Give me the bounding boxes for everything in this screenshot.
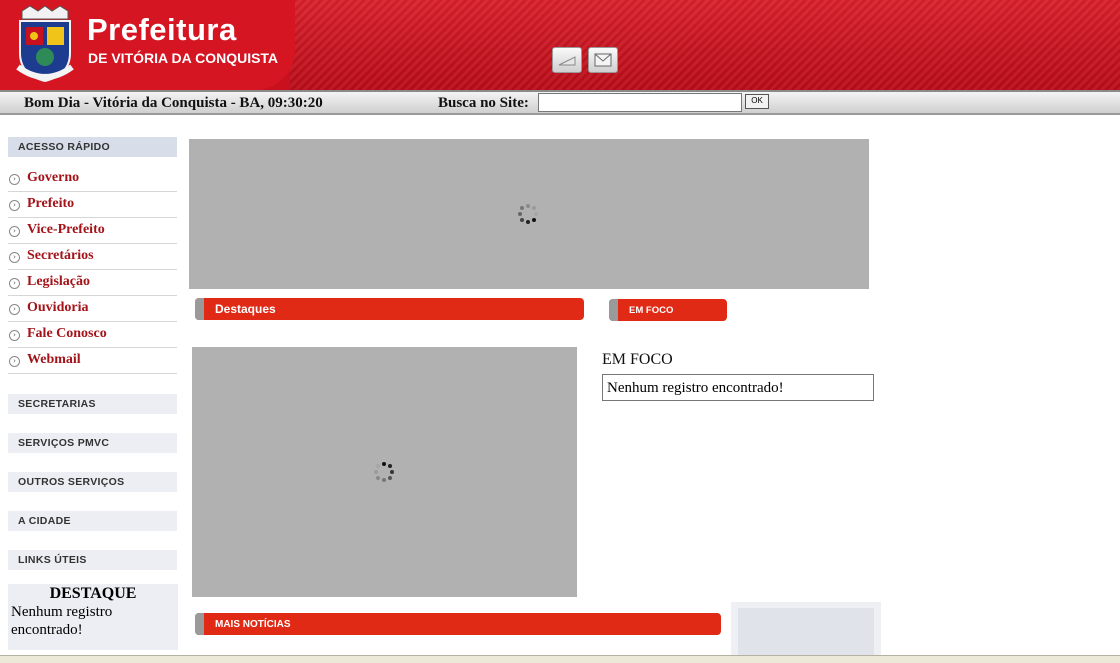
- destaque-panel: DESTAQUE Nenhum registro encontrado!: [8, 584, 178, 650]
- section-links-uteis[interactable]: LINKS ÚTEIS: [8, 550, 177, 570]
- home-icon: [558, 56, 576, 66]
- destaque-title: DESTAQUE: [49, 585, 137, 602]
- site-title: Prefeitura: [87, 12, 237, 47]
- section-a-cidade[interactable]: A CIDADE: [8, 511, 177, 531]
- greeting-text: Bom Dia - Vitória da Conquista - BA, 09:…: [24, 95, 323, 111]
- side-ad-placeholder: [738, 608, 874, 657]
- menu-item-label[interactable]: Prefeito: [27, 196, 74, 212]
- menu-item-fale-conosco[interactable]: › Fale Conosco: [8, 322, 177, 348]
- arrow-right-icon: ›: [9, 304, 20, 315]
- menu-item-ouvidoria[interactable]: › Ouvidoria: [8, 296, 177, 322]
- site-header: Prefeitura DE VITÓRIA DA CONQUISTA: [0, 0, 1120, 90]
- loading-spinner-icon: [374, 462, 394, 482]
- destaques-label: Destaques: [215, 302, 276, 316]
- menu-item-label[interactable]: Legislação: [27, 274, 90, 290]
- destaques-slider[interactable]: [192, 347, 577, 597]
- menu-item-governo[interactable]: › Governo: [8, 166, 177, 192]
- mail-button[interactable]: [588, 47, 618, 73]
- menu-item-legislacao[interactable]: › Legislação: [8, 270, 177, 296]
- quick-access-header: ACESSO RÁPIDO: [8, 137, 177, 157]
- menu-item-label[interactable]: Ouvidoria: [27, 300, 88, 316]
- arrow-right-icon: ›: [9, 252, 20, 263]
- section-secretarias[interactable]: SECRETARIAS: [8, 394, 177, 414]
- destaques-bar: Destaques: [195, 298, 584, 320]
- site-subtitle: DE VITÓRIA DA CONQUISTA: [88, 50, 279, 66]
- arrow-right-icon: ›: [9, 356, 20, 367]
- menu-item-label[interactable]: Secretários: [27, 248, 94, 264]
- header-background: [290, 0, 1120, 90]
- search-ok-button[interactable]: OK: [745, 94, 769, 109]
- banner-slider[interactable]: [189, 139, 869, 289]
- menu-item-vice-prefeito[interactable]: › Vice-Prefeito: [8, 218, 177, 244]
- em-foco-heading: EM FOCO: [602, 351, 673, 368]
- mais-noticias-label: MAIS NOTÍCIAS: [215, 619, 291, 630]
- greeting-bar: Bom Dia - Vitória da Conquista - BA, 09:…: [0, 90, 1120, 115]
- search-label: Busca no Site:: [438, 95, 529, 111]
- menu-item-label[interactable]: Fale Conosco: [27, 326, 107, 342]
- city-crest-icon[interactable]: [12, 5, 78, 85]
- arrow-right-icon: ›: [9, 200, 20, 211]
- arrow-right-icon: ›: [9, 330, 20, 341]
- side-ad-panel: [731, 602, 881, 657]
- section-servicos-pmvc[interactable]: SERVIÇOS PMVC: [8, 433, 177, 453]
- arrow-right-icon: ›: [9, 174, 20, 185]
- menu-item-secretarios[interactable]: › Secretários: [8, 244, 177, 270]
- mais-noticias-bar[interactable]: MAIS NOTÍCIAS: [195, 613, 721, 635]
- mail-icon: [594, 53, 612, 67]
- destaque-message: Nenhum registro encontrado!: [11, 604, 113, 638]
- em-foco-tab[interactable]: EM FOCO: [609, 299, 727, 321]
- menu-item-label[interactable]: Vice-Prefeito: [27, 222, 105, 238]
- arrow-right-icon: ›: [9, 278, 20, 289]
- menu-item-prefeito[interactable]: › Prefeito: [8, 192, 177, 218]
- menu-item-webmail[interactable]: › Webmail: [8, 348, 177, 374]
- em-foco-tab-label: EM FOCO: [629, 305, 674, 316]
- menu-item-label[interactable]: Webmail: [27, 352, 81, 368]
- menu-item-label[interactable]: Governo: [27, 170, 79, 186]
- search-input[interactable]: [538, 93, 742, 112]
- arrow-right-icon: ›: [9, 226, 20, 237]
- loading-spinner-icon: [518, 204, 538, 224]
- home-button[interactable]: [552, 47, 582, 73]
- em-foco-message: Nenhum registro encontrado!: [602, 374, 874, 401]
- section-outros-servicos[interactable]: OUTROS SERVIÇOS: [8, 472, 177, 492]
